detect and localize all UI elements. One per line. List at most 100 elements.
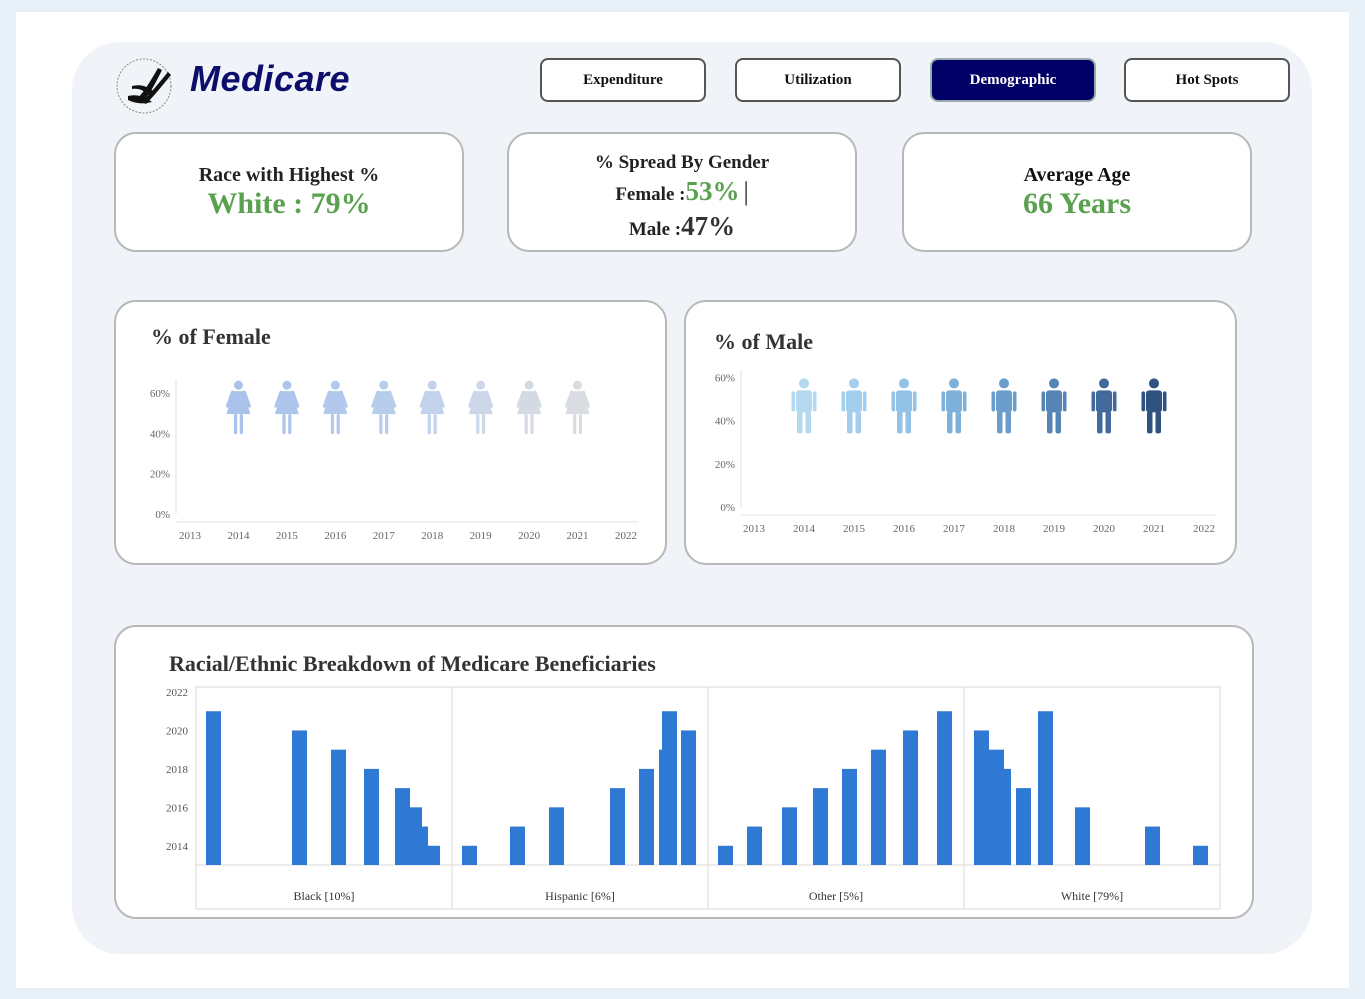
female-chart: 0% 20% 40% 60% 2013 2014 2015 2016 2017 2018 2019 2… (150, 380, 638, 542)
x-tick-label: 2019 (1043, 523, 1066, 535)
x-tick-label: 2022 (1193, 523, 1215, 535)
female-chart-card: % of Female 0% 20% 40% 60% 2013 2014 2015 2016 2… (114, 300, 667, 565)
x-tick-label: 2018 (421, 530, 444, 542)
female-person-icon (565, 380, 591, 435)
category-label: White [79%] (1061, 889, 1123, 903)
bar (292, 730, 307, 865)
male-person-icon (1141, 378, 1167, 434)
bar (364, 768, 379, 865)
female-person-icon (371, 380, 397, 435)
male-person-icon (891, 378, 917, 434)
x-tick-label: 2020 (1093, 523, 1116, 535)
bar (206, 711, 221, 865)
female-person-icon (225, 380, 251, 435)
x-tick-label: 2013 (179, 530, 202, 542)
male-person-icon (991, 378, 1017, 434)
race-chart-card: Racial/Ethnic Breakdown of Medicare Bene… (114, 625, 1254, 919)
bar (331, 749, 346, 865)
male-person-icon (1091, 378, 1117, 434)
kpi-age-title: Average Age (1023, 164, 1131, 186)
y-tick-label: 40% (715, 416, 735, 428)
logo-text: Medicare (190, 58, 351, 99)
category-label: Other [5%] (809, 889, 863, 903)
bar (462, 845, 477, 865)
kpi-card-race: Race with Highest % White : 79% (114, 132, 464, 252)
y-tick-label: 60% (150, 388, 170, 400)
bar (639, 768, 654, 865)
x-tick-label: 2021 (1143, 523, 1165, 535)
bar (1075, 807, 1090, 865)
x-tick-label: 2021 (567, 530, 589, 542)
nav-button-hot-spots[interactable]: Hot Spots (1124, 58, 1290, 102)
x-tick-label: 2017 (943, 523, 966, 535)
female-person-icon (468, 380, 494, 435)
bar (1016, 788, 1031, 865)
bar (662, 711, 677, 865)
bar (998, 768, 1011, 865)
y-tick-label: 20% (715, 459, 735, 471)
x-tick-label: 2018 (993, 523, 1016, 535)
kpi-race-title: Race with Highest % (198, 164, 380, 186)
female-person-icon (322, 380, 348, 435)
male-chart: 0% 20% 40% 60% 2013 2014 2015 2016 2017 2018 2019 2… (715, 370, 1216, 535)
y-tick-label: 2022 (166, 687, 188, 699)
bar (549, 807, 564, 865)
y-tick-label: 2020 (166, 725, 189, 737)
y-tick-label: 0% (720, 502, 735, 514)
bar (747, 826, 762, 865)
x-tick-label: 2013 (743, 523, 766, 535)
female-person-icon (419, 380, 445, 435)
x-tick-label: 2020 (518, 530, 541, 542)
kpi-card-age: Average Age 66 Years (902, 132, 1252, 252)
x-tick-label: 2016 (893, 523, 916, 535)
bar (681, 730, 696, 865)
kpi-card-gender: % Spread By Gender Female :53% | Male :4… (507, 132, 857, 252)
bar (426, 845, 440, 865)
bar (937, 711, 952, 865)
race-chart: 2014 2016 2018 2020 2022 Black [10%] Hispanic … (166, 686, 1221, 910)
bar (1038, 711, 1053, 865)
male-person-icon (941, 378, 967, 434)
kpi-race-value: White : 79% (207, 187, 371, 220)
male-person-icon (791, 378, 817, 434)
male-value: 47% (681, 211, 736, 241)
male-person-icon (1041, 378, 1067, 434)
female-value: 53% (685, 176, 740, 206)
nav-button-expenditure[interactable]: Expenditure (540, 58, 706, 102)
female-person-icon (274, 380, 300, 435)
male-person-icon (841, 378, 867, 434)
x-tick-label: 2015 (843, 523, 866, 535)
nav-button-demographic[interactable]: Demographic (930, 58, 1096, 102)
male-chart-card: % of Male 0% 20% 40% 60% 2013 2014 2015 2016 201… (684, 300, 1237, 565)
bar (1193, 845, 1208, 865)
y-tick-label: 0% (155, 509, 170, 521)
medicare-logo: Medicare (114, 56, 354, 116)
female-label: Female : (615, 184, 686, 205)
x-tick-label: 2014 (227, 530, 250, 542)
bar (409, 807, 422, 865)
bar (813, 788, 828, 865)
bar (610, 788, 625, 865)
x-tick-label: 2019 (470, 530, 493, 542)
x-tick-label: 2017 (373, 530, 396, 542)
y-tick-label: 60% (715, 372, 735, 384)
bar (842, 768, 857, 865)
y-tick-label: 40% (150, 428, 170, 440)
category-label: Hispanic [6%] (545, 889, 615, 903)
bar (782, 807, 797, 865)
y-tick-label: 2018 (166, 764, 189, 776)
bar (718, 845, 733, 865)
gender-separator: | (743, 177, 749, 206)
hhs-seal-icon (116, 58, 172, 114)
x-tick-label: 2014 (793, 523, 816, 535)
bar (974, 730, 989, 865)
kpi-age-value: 66 Years (1022, 187, 1132, 220)
x-tick-label: 2022 (615, 530, 637, 542)
x-tick-label: 2015 (276, 530, 299, 542)
y-tick-label: 20% (150, 469, 170, 481)
bar (510, 826, 525, 865)
nav-button-utilization[interactable]: Utilization (735, 58, 901, 102)
bar (1145, 826, 1160, 865)
category-label: Black [10%] (294, 889, 355, 903)
y-tick-label: 2016 (166, 802, 189, 814)
